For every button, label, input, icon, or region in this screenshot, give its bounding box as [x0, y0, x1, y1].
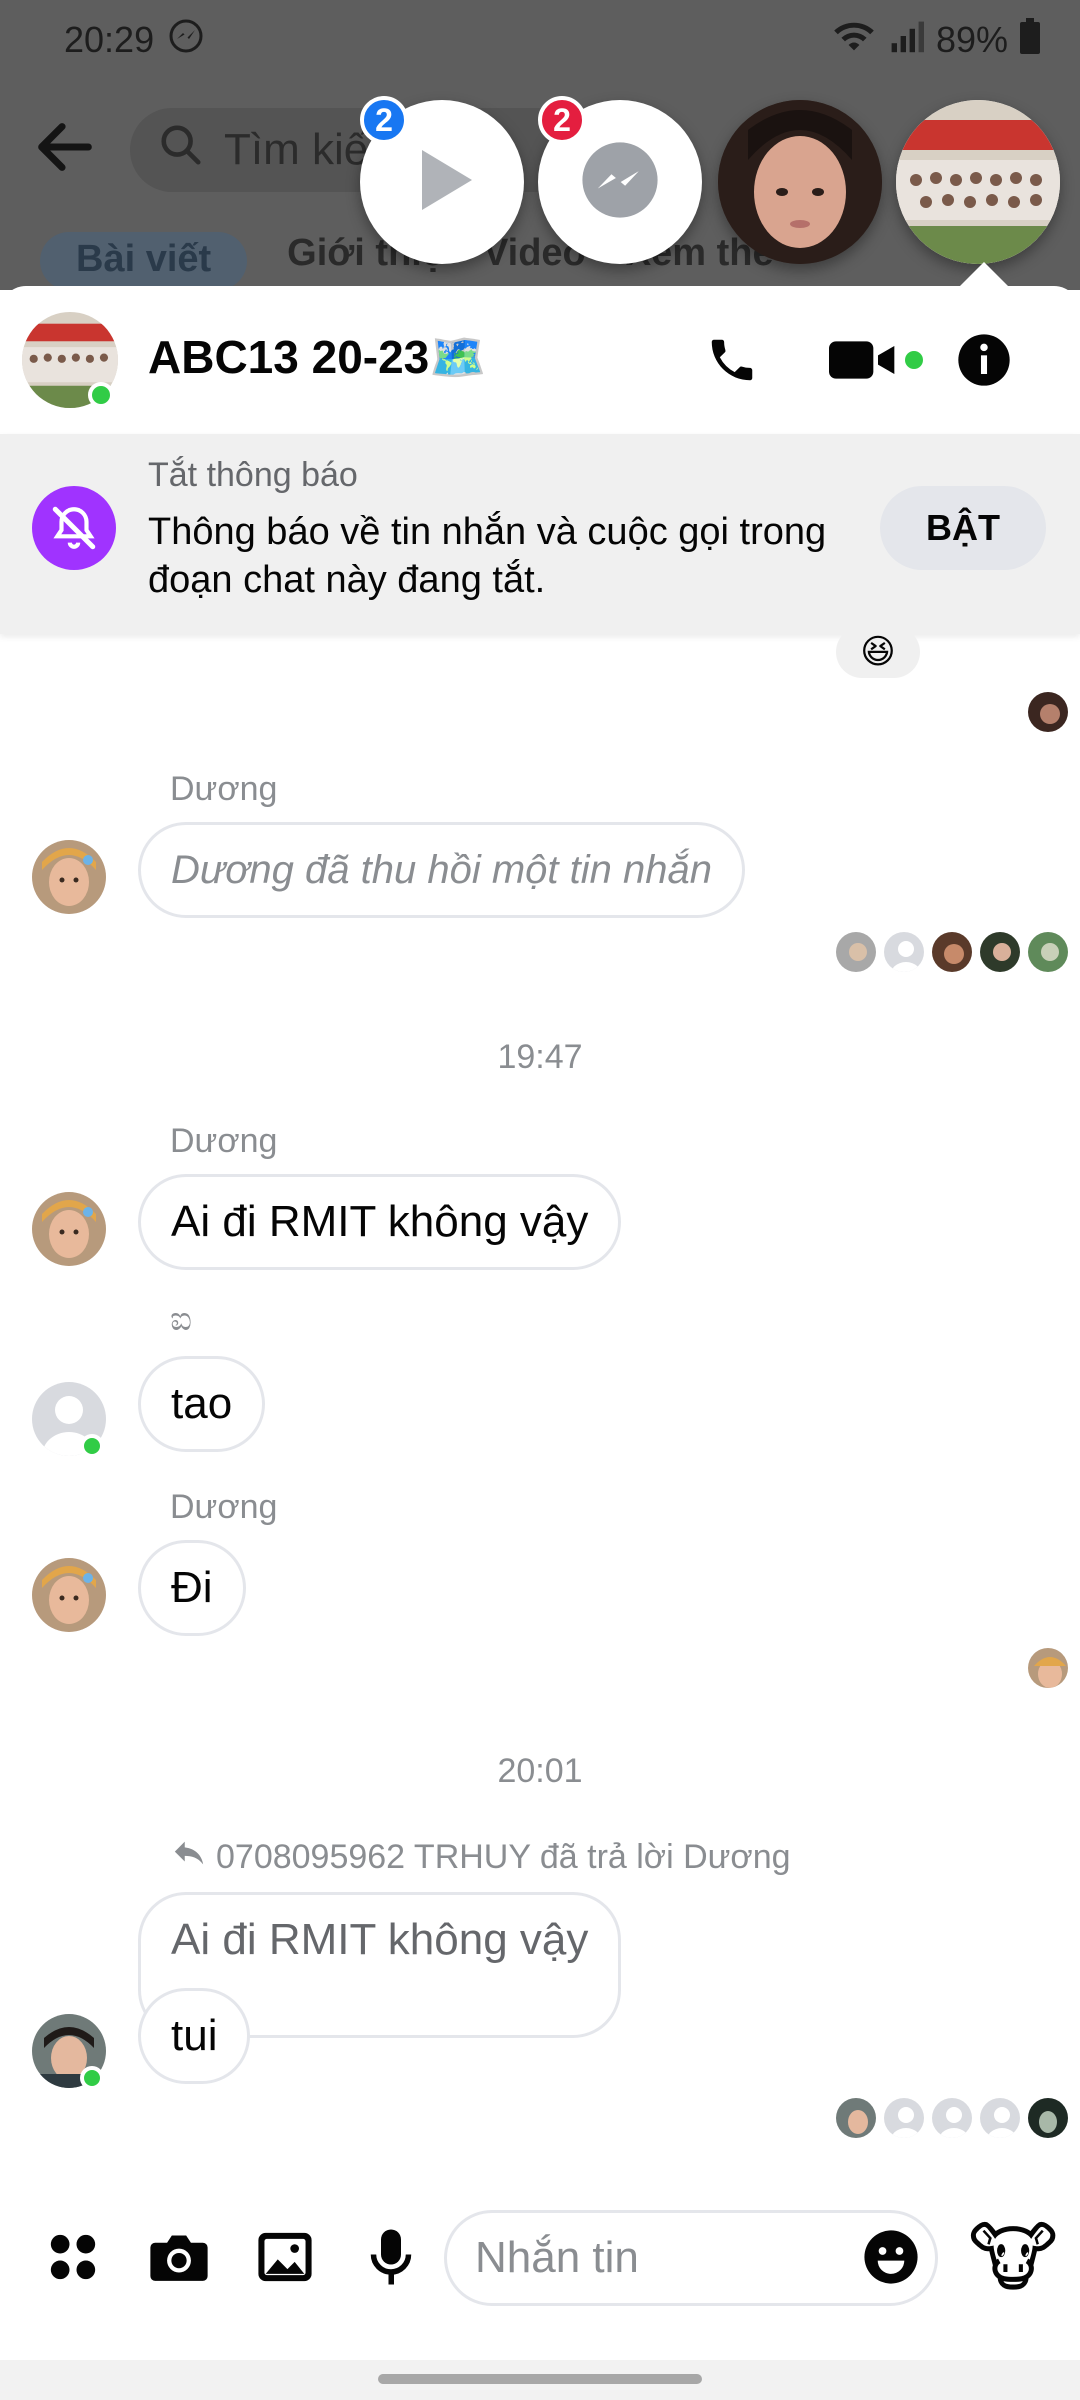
online-indicator: [80, 2066, 104, 2090]
receipt-avatar: [882, 930, 926, 974]
chat-head-caret: [958, 262, 1010, 288]
status-time-text: 20:29: [64, 19, 155, 60]
info-button[interactable]: [954, 330, 1014, 390]
avatar[interactable]: [32, 840, 106, 914]
cow-emoji: 🐮: [968, 2215, 1058, 2301]
smiley-icon: [864, 2230, 918, 2284]
receipt-avatar: [1026, 2096, 1070, 2140]
read-receipts: [1026, 690, 1070, 734]
video-call-button[interactable]: [826, 330, 926, 390]
battery-text: 89%: [935, 19, 1008, 60]
status-time: 20:29: [64, 14, 204, 66]
person-photo-icon: [718, 100, 882, 264]
read-receipts: [834, 930, 1070, 974]
message-bubble[interactable]: tui: [138, 1988, 251, 2084]
messenger-icon: [579, 139, 661, 226]
reply-header-text: 0708095962 TRHUY đã trả lời Dương: [216, 1838, 791, 1876]
receipt-avatar: [930, 930, 974, 974]
voice-message-button[interactable]: [356, 2222, 426, 2292]
receipt-avatar: [1026, 930, 1070, 974]
message-sender: ಐ: [170, 1300, 192, 1338]
messenger-status-icon: [168, 18, 204, 63]
status-icons: 89%: [832, 14, 1040, 66]
unmute-button[interactable]: BẬT: [880, 486, 1046, 570]
play-icon: [402, 140, 482, 225]
home-gesture-pill[interactable]: [378, 2374, 702, 2384]
signal-icon: [888, 18, 924, 63]
timestamp: 19:47: [497, 1038, 583, 1076]
receipt-avatar: [1026, 690, 1070, 734]
reaction-emoji: 😆: [860, 633, 896, 671]
camera-button[interactable]: [144, 2222, 214, 2292]
receipt-avatar: [1026, 1646, 1070, 1690]
receipt-avatar: [834, 2096, 878, 2140]
search-icon: [158, 122, 204, 179]
image-icon: [258, 2232, 312, 2282]
message-input-placeholder: Nhắn tin: [475, 2233, 639, 2282]
info-icon: [958, 334, 1010, 386]
more-actions-button[interactable]: [38, 2222, 108, 2292]
reply-header: 0708095962 TRHUY đã trả lời Dương: [172, 1838, 791, 1877]
online-indicator: [88, 382, 114, 408]
phone-icon: [711, 339, 753, 381]
receipt-avatar: [834, 930, 878, 974]
chat-window: ABC13 20-23🗺️ Tắt thông báo Thông báo về…: [0, 286, 1080, 2360]
group-chat-head[interactable]: [896, 100, 1060, 264]
reply-arrow-icon: [172, 1838, 206, 1877]
receipt-avatar: [978, 2096, 1022, 2140]
active-call-dot: [905, 351, 923, 369]
wifi-icon: [832, 18, 876, 63]
recalled-message[interactable]: Dương đã thu hồi một tin nhắn: [138, 822, 745, 918]
timestamp: 20:01: [497, 1752, 583, 1790]
avatar[interactable]: [32, 1558, 106, 1632]
receipt-avatar: [978, 930, 1022, 974]
mute-banner-title: Tắt thông báo: [148, 456, 358, 494]
chat-header: ABC13 20-23🗺️: [0, 286, 1080, 434]
online-indicator: [80, 1434, 104, 1458]
group-photo-icon: [896, 100, 1060, 264]
gallery-button[interactable]: [250, 2222, 320, 2292]
mute-banner: Tắt thông báo Thông báo về tin nhắn và c…: [0, 434, 1080, 634]
voice-call-button[interactable]: [702, 330, 762, 390]
quick-reaction-button[interactable]: 🐮: [966, 2210, 1060, 2304]
video-chat-head[interactable]: 2: [360, 96, 524, 264]
chat-title[interactable]: ABC13 20-23🗺️: [148, 330, 487, 385]
read-receipts: [834, 2096, 1070, 2140]
message-sender: Dương: [170, 1122, 278, 1160]
receipt-avatar: [930, 2096, 974, 2140]
message-bubble[interactable]: Đi: [138, 1540, 246, 1636]
four-dots-icon: [50, 2234, 96, 2280]
battery-icon: [1020, 17, 1040, 63]
message-bubble[interactable]: Ai đi RMIT không vậy: [138, 1174, 622, 1270]
avatar-chat-head[interactable]: [718, 100, 882, 264]
microphone-icon: [370, 2229, 412, 2285]
video-camera-icon: [829, 341, 895, 379]
message-sender: Dương: [170, 770, 278, 808]
bell-off-icon: [32, 486, 116, 570]
read-receipts: [1026, 1646, 1070, 1690]
messenger-chat-head[interactable]: 2: [538, 96, 702, 264]
emoji-button[interactable]: [862, 2228, 920, 2286]
search-placeholder: Tìm kiế: [224, 125, 369, 174]
back-arrow-icon[interactable]: [30, 112, 100, 182]
unread-badge: 2: [538, 96, 586, 144]
mute-banner-body: Thông báo về tin nhắn và cuộc gọi trong …: [148, 511, 827, 601]
tab-posts[interactable]: Bài viết: [40, 232, 248, 290]
composer: Nhắn tin 🐮: [0, 2182, 1080, 2332]
system-nav-bar: [0, 2360, 1080, 2400]
unread-badge: 2: [360, 96, 408, 144]
avatar[interactable]: [32, 1192, 106, 1266]
reaction-pill[interactable]: 😆: [836, 626, 920, 678]
message-bubble[interactable]: tao: [138, 1356, 266, 1452]
message-sender: Dương: [170, 1488, 278, 1526]
camera-icon: [150, 2235, 208, 2281]
receipt-avatar: [882, 2096, 926, 2140]
